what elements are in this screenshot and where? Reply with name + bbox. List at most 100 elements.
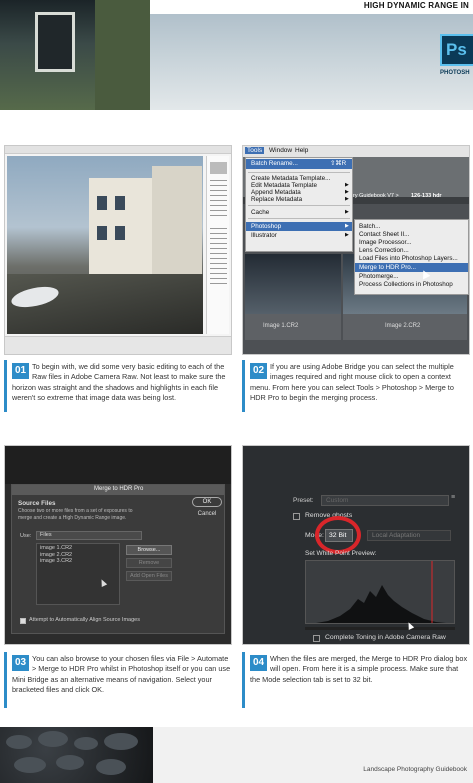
use-label: Use: xyxy=(20,533,32,539)
file-list[interactable]: image 1.CR2 image 2.CR2 image 3.CR2 xyxy=(36,543,120,605)
menu-item-append-metadata[interactable]: Append Metadata xyxy=(251,189,301,196)
cancel-button[interactable]: Cancel xyxy=(192,510,222,520)
step-text: When the files are merged, the Merge to … xyxy=(250,654,468,684)
menu-item-create-metadata[interactable]: Create Metadata Template... xyxy=(251,175,330,182)
step-text: You can also browse to your chosen files… xyxy=(12,654,231,695)
merge-dialog: Merge to HDR Pro Source Files Choose two… xyxy=(11,484,225,634)
step-1: 01 To begin with, we did some very basic … xyxy=(12,362,232,404)
method-value: Local Adaptation xyxy=(372,532,421,539)
white-point-slider[interactable] xyxy=(305,627,455,630)
adjustment-panel xyxy=(206,156,229,334)
preset-value: Custom xyxy=(326,497,349,504)
source-files-description: Choose two or more files from a set of e… xyxy=(18,508,133,521)
remove-button[interactable]: Remove xyxy=(126,558,172,568)
batch-rename-shortcut: ⇧⌘R xyxy=(330,160,347,167)
bridge-path: ry Guidebook V7 > xyxy=(353,193,399,199)
thumb-label-2[interactable]: Image 2.CR2 xyxy=(385,323,420,329)
menu-item-edit-metadata[interactable]: Edit Metadata Template xyxy=(251,182,317,189)
histogram xyxy=(305,560,455,624)
method-select[interactable]: Local Adaptation xyxy=(367,530,451,541)
source-files-heading: Source Files xyxy=(18,500,56,507)
preset-label: Preset: xyxy=(293,497,314,504)
hdr-pro-screenshot: Preset: Custom ≡ Remove ghosts Mode: 32 … xyxy=(242,445,470,645)
remove-label: Remove xyxy=(138,560,160,566)
photoshop-submenu: Batch... Contact Sheet II... Image Proce… xyxy=(354,219,469,295)
tools-menu: Batch Rename... ⇧⌘R Create Metadata Temp… xyxy=(245,157,353,252)
histogram-shape xyxy=(316,585,446,623)
step-4: 04 When the files are merged, the Merge t… xyxy=(250,654,470,685)
thumb-label-1[interactable]: Image 1.CR2 xyxy=(263,323,298,329)
cancel-label: Cancel xyxy=(197,511,217,517)
step-number: 02 xyxy=(250,363,267,379)
menu-tools[interactable]: Tools xyxy=(245,147,265,154)
chevron-right-icon: ▶ xyxy=(345,223,349,229)
submenu-batch[interactable]: Batch... xyxy=(359,223,380,230)
photoshop-logo-icon: Ps xyxy=(440,34,473,66)
menu-item-cache[interactable]: Cache xyxy=(251,209,269,216)
chevron-right-icon: ▶ xyxy=(345,209,349,215)
remove-ghosts-checkbox[interactable] xyxy=(293,513,300,520)
toning-label: Complete Toning in Adobe Camera Raw xyxy=(325,634,446,641)
header-title: HIGH DYNAMIC RANGE IN xyxy=(363,1,469,10)
step-divider-bar xyxy=(242,360,245,412)
step-divider-bar xyxy=(4,360,7,412)
chevron-right-icon: ▶ xyxy=(345,182,349,188)
menu-help[interactable]: Help xyxy=(295,147,308,154)
submenu-lens-correction[interactable]: Lens Correction... xyxy=(359,247,409,254)
chevron-right-icon: ▶ xyxy=(345,196,349,202)
header-photo-sky xyxy=(150,0,473,110)
highlight-ring xyxy=(315,516,361,554)
menu-item-batch-rename[interactable]: Batch Rename... xyxy=(251,160,298,167)
street-photo xyxy=(7,156,203,334)
toning-checkbox[interactable] xyxy=(313,635,320,642)
add-open-files-button[interactable]: Add Open Files xyxy=(126,571,172,581)
header-photo-house xyxy=(0,0,150,110)
panel-menu-icon[interactable]: ≡ xyxy=(451,494,455,501)
photoshop-label: PHOTOSH xyxy=(440,70,470,76)
bridge-menu-screenshot: Tools Window Help ry Guidebook V7 > 126-… xyxy=(242,145,470,355)
submenu-merge-to-hdr[interactable]: Merge to HDR Pro... xyxy=(359,264,416,271)
chevron-right-icon: ▶ xyxy=(345,189,349,195)
preset-select[interactable]: Custom xyxy=(321,495,449,506)
step-number: 03 xyxy=(12,655,29,671)
submenu-process-collections[interactable]: Process Collections in Photoshop xyxy=(359,281,453,288)
footer-text: Landscape Photography Guidebook xyxy=(363,766,467,773)
step-number: 01 xyxy=(12,363,29,379)
submenu-contact-sheet[interactable]: Contact Sheet II... xyxy=(359,231,409,238)
use-select-value: Files xyxy=(40,532,52,538)
footer: Landscape Photography Guidebook xyxy=(153,727,473,783)
ok-button[interactable]: OK xyxy=(192,497,222,507)
menu-item-illustrator[interactable]: Illustrator xyxy=(251,232,277,239)
browse-button[interactable]: Browse... xyxy=(126,545,172,555)
step-text: If you are using Adobe Bridge you can se… xyxy=(250,362,454,403)
header-banner: HIGH DYNAMIC RANGE IN xyxy=(150,0,473,14)
menu-window[interactable]: Window xyxy=(269,147,292,154)
footer-pebbles-photo xyxy=(0,727,153,783)
bridge-folder: 126-133 hdr xyxy=(411,193,442,199)
align-checkbox-label: Attempt to Automatically Align Source Im… xyxy=(29,617,140,623)
camera-raw-screenshot xyxy=(4,145,232,355)
use-select[interactable]: Files xyxy=(36,531,142,540)
dialog-title: Merge to HDR Pro xyxy=(94,486,144,492)
file-list-item[interactable]: image 3.CR2 xyxy=(40,558,116,565)
submenu-photomerge[interactable]: Photomerge... xyxy=(359,273,399,280)
step-3: 03 You can also browse to your chosen fil… xyxy=(12,654,232,696)
menu-item-photoshop[interactable]: Photoshop xyxy=(251,223,281,230)
step-divider-bar xyxy=(242,652,245,708)
step-divider-bar xyxy=(4,652,7,708)
ok-label: OK xyxy=(202,499,212,505)
merge-dialog-screenshot: Merge to HDR Pro Source Files Choose two… xyxy=(4,445,232,645)
step-2: 02 If you are using Adobe Bridge you can … xyxy=(250,362,470,404)
step-text: To begin with, we did some very basic ed… xyxy=(12,362,226,403)
browse-label: Browse... xyxy=(137,547,161,553)
white-point-label: Set White Point Preview: xyxy=(305,550,377,557)
submenu-load-layers[interactable]: Load Files into Photoshop Layers... xyxy=(359,255,458,262)
menu-item-replace-metadata[interactable]: Replace Metadata xyxy=(251,196,302,203)
chevron-right-icon: ▶ xyxy=(345,232,349,238)
align-checkbox[interactable] xyxy=(20,618,26,624)
menu-bar: Tools Window Help xyxy=(243,146,469,157)
submenu-image-processor[interactable]: Image Processor... xyxy=(359,239,412,246)
step-number: 04 xyxy=(250,655,267,671)
add-open-files-label: Add Open Files xyxy=(130,573,168,579)
header-photo-strip: HIGH DYNAMIC RANGE IN Ps PHOTOSH xyxy=(0,0,473,110)
